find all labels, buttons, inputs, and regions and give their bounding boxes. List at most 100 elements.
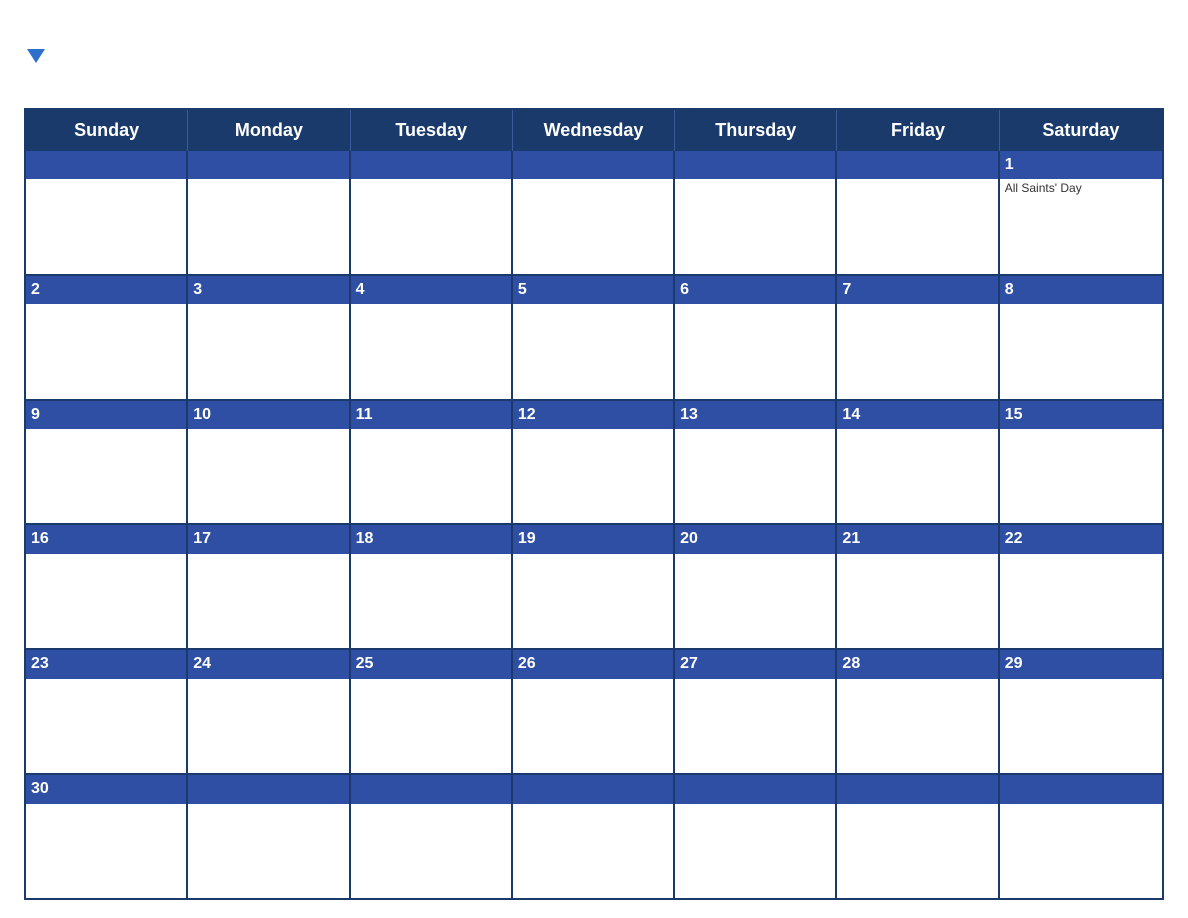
day-cell: 22 [1000, 525, 1162, 648]
cell-number: 22 [1000, 525, 1162, 553]
day-cell: 13 [675, 401, 837, 524]
day-cell [837, 775, 999, 898]
cell-number: 11 [351, 401, 511, 429]
cell-number: 1 [1000, 151, 1162, 179]
cell-number: 6 [675, 276, 835, 304]
day-cell [513, 151, 675, 274]
cell-number [675, 775, 835, 803]
week-row-5: 30 [26, 773, 1162, 898]
cell-number: 3 [188, 276, 348, 304]
day-header-monday: Monday [188, 110, 350, 151]
day-cell: 27 [675, 650, 837, 773]
cell-number [188, 151, 348, 179]
cell-number: 30 [26, 775, 186, 803]
cell-number: 16 [26, 525, 186, 553]
week-row-2: 9101112131415 [26, 399, 1162, 524]
day-headers-row: SundayMondayTuesdayWednesdayThursdayFrid… [26, 110, 1162, 151]
cell-number: 18 [351, 525, 511, 553]
calendar: SundayMondayTuesdayWednesdayThursdayFrid… [24, 108, 1164, 900]
cell-number [837, 151, 997, 179]
day-cell: 1All Saints' Day [1000, 151, 1162, 274]
cell-number: 19 [513, 525, 673, 553]
day-cell [837, 151, 999, 274]
week-row-1: 2345678 [26, 274, 1162, 399]
day-cell: 11 [351, 401, 513, 524]
cell-number: 14 [837, 401, 997, 429]
week-row-3: 16171819202122 [26, 523, 1162, 648]
cell-number [513, 151, 673, 179]
cell-number: 7 [837, 276, 997, 304]
day-header-friday: Friday [837, 110, 999, 151]
cell-number: 4 [351, 276, 511, 304]
cell-number: 29 [1000, 650, 1162, 678]
week-row-0: 1All Saints' Day [26, 151, 1162, 274]
day-header-tuesday: Tuesday [351, 110, 513, 151]
cell-number: 13 [675, 401, 835, 429]
cell-number: 2 [26, 276, 186, 304]
cell-event: All Saints' Day [1000, 179, 1162, 197]
day-cell: 17 [188, 525, 350, 648]
day-cell [351, 775, 513, 898]
week-row-4: 23242526272829 [26, 648, 1162, 773]
page: SundayMondayTuesdayWednesdayThursdayFrid… [0, 0, 1188, 918]
day-cell [675, 775, 837, 898]
day-cell: 28 [837, 650, 999, 773]
cell-number: 27 [675, 650, 835, 678]
day-cell: 9 [26, 401, 188, 524]
cell-number [837, 775, 997, 803]
cell-number: 25 [351, 650, 511, 678]
day-cell [513, 775, 675, 898]
cell-number: 15 [1000, 401, 1162, 429]
cell-number: 12 [513, 401, 673, 429]
day-cell: 19 [513, 525, 675, 648]
cell-number [513, 775, 673, 803]
cell-number: 20 [675, 525, 835, 553]
day-header-saturday: Saturday [1000, 110, 1162, 151]
cell-number: 26 [513, 650, 673, 678]
day-cell: 30 [26, 775, 188, 898]
cell-number: 23 [26, 650, 186, 678]
day-cell [26, 151, 188, 274]
cell-number [1000, 775, 1162, 803]
logo-triangle-icon [27, 49, 45, 63]
cell-number: 10 [188, 401, 348, 429]
cell-number [26, 151, 186, 179]
day-cell: 14 [837, 401, 999, 524]
cell-number [675, 151, 835, 179]
cell-number: 5 [513, 276, 673, 304]
day-cell: 16 [26, 525, 188, 648]
logo [24, 51, 154, 65]
day-cell: 20 [675, 525, 837, 648]
cell-number [188, 775, 348, 803]
cell-number: 24 [188, 650, 348, 678]
cell-number [351, 151, 511, 179]
day-cell [188, 151, 350, 274]
day-cell: 3 [188, 276, 350, 399]
day-header-thursday: Thursday [675, 110, 837, 151]
day-cell: 26 [513, 650, 675, 773]
day-cell [188, 775, 350, 898]
day-cell: 10 [188, 401, 350, 524]
header [24, 18, 1164, 98]
day-cell: 15 [1000, 401, 1162, 524]
day-cell: 25 [351, 650, 513, 773]
day-cell: 21 [837, 525, 999, 648]
weeks-container: 1All Saints' Day234567891011121314151617… [26, 151, 1162, 898]
day-cell [351, 151, 513, 274]
day-cell: 18 [351, 525, 513, 648]
cell-number [351, 775, 511, 803]
cell-number: 21 [837, 525, 997, 553]
day-cell: 8 [1000, 276, 1162, 399]
cell-number: 28 [837, 650, 997, 678]
day-cell: 6 [675, 276, 837, 399]
day-cell: 7 [837, 276, 999, 399]
day-cell: 23 [26, 650, 188, 773]
day-cell: 2 [26, 276, 188, 399]
day-header-wednesday: Wednesday [513, 110, 675, 151]
day-header-sunday: Sunday [26, 110, 188, 151]
cell-number: 9 [26, 401, 186, 429]
day-cell: 4 [351, 276, 513, 399]
day-cell [675, 151, 837, 274]
day-cell: 29 [1000, 650, 1162, 773]
day-cell [1000, 775, 1162, 898]
